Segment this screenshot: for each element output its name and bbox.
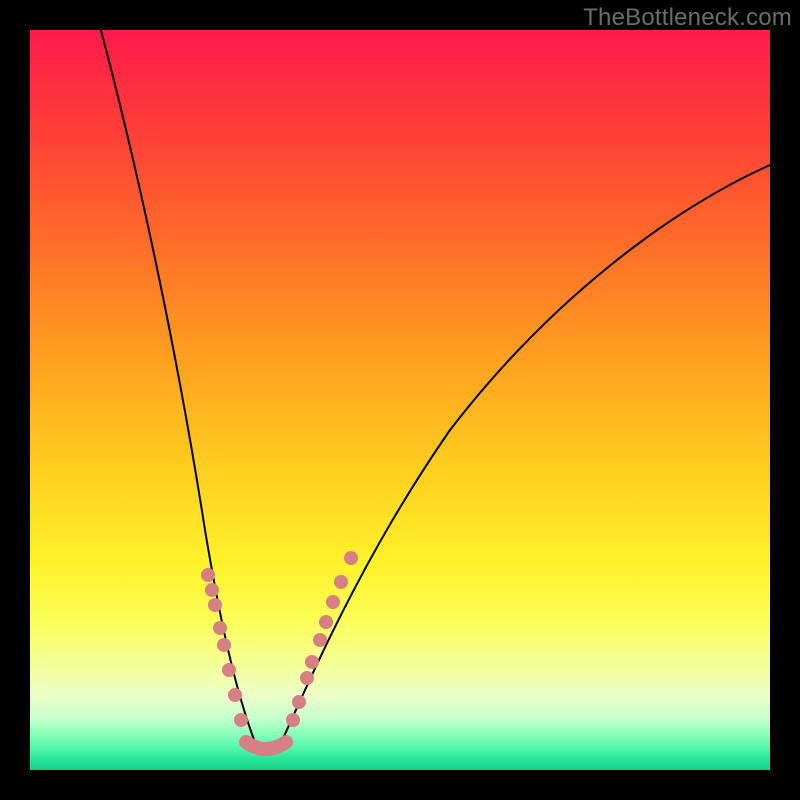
watermark-text: TheBottleneck.com [583,4,792,32]
valley-nub [246,742,286,749]
dot [300,671,314,685]
dot [213,621,227,635]
curve-right-branch [280,165,770,745]
dot [208,598,222,612]
dot [201,568,215,582]
dot [222,663,236,677]
outer-frame: TheBottleneck.com [0,0,800,800]
chart-svg [30,30,770,770]
curve-left-branch [90,30,256,745]
dot [305,655,319,669]
dots-right [286,551,358,727]
dot [205,583,219,597]
plot-area [30,30,770,770]
dot [292,695,306,709]
dot [228,688,242,702]
dot [319,615,333,629]
dot [286,713,300,727]
dot [217,638,231,652]
dot [334,575,348,589]
dot [234,713,248,727]
dot [326,595,340,609]
dot [344,551,358,565]
dot [313,633,327,647]
